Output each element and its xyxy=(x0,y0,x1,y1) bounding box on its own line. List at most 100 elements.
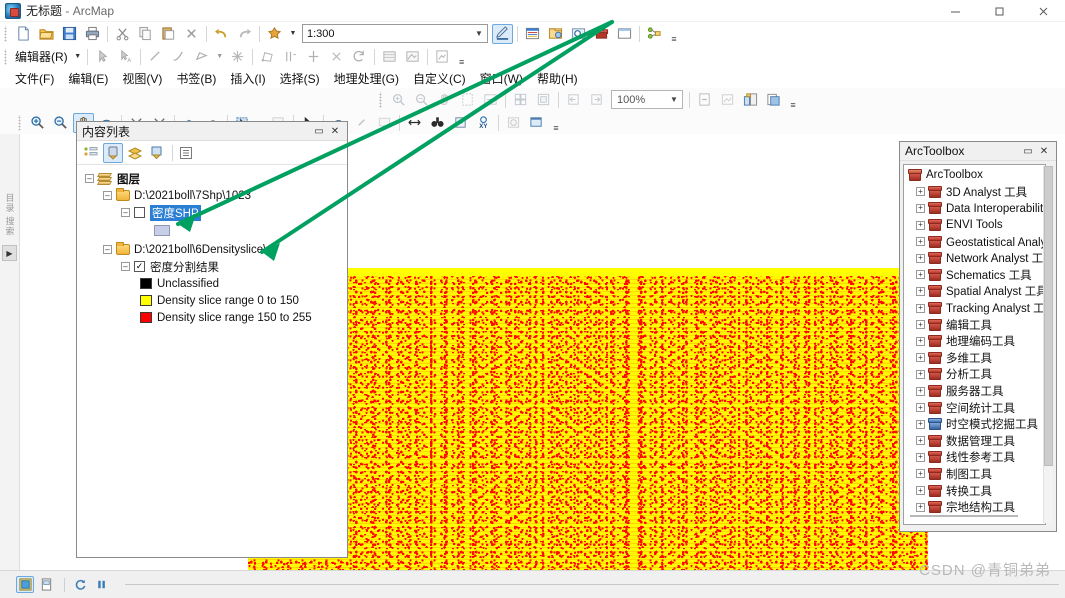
magnifier-minus-icon[interactable] xyxy=(50,113,71,133)
viewer-window-icon[interactable] xyxy=(526,113,547,133)
map-scale-combo[interactable]: 1:300 ▼ xyxy=(302,24,488,43)
page-width-icon[interactable] xyxy=(480,90,501,110)
list-by-source-icon[interactable] xyxy=(103,142,123,163)
catalog-icon[interactable] xyxy=(545,24,566,44)
polygon-construct-icon[interactable] xyxy=(191,47,212,67)
snap-star-icon[interactable] xyxy=(227,47,248,67)
expander-icon[interactable]: – xyxy=(121,208,130,217)
expander-icon[interactable]: + xyxy=(916,403,925,413)
menu-selection[interactable]: 选择(S) xyxy=(273,68,327,89)
menu-help[interactable]: 帮助(H) xyxy=(530,68,585,89)
back-extent-icon[interactable] xyxy=(563,90,584,110)
close-button[interactable] xyxy=(1021,0,1065,22)
toc-layer-tree[interactable]: – 图层 – D:\2021boll\7Shp\1023 – 密度SHP – D… xyxy=(77,166,347,557)
hyperlink-icon[interactable] xyxy=(351,113,372,133)
data-view-icon[interactable] xyxy=(16,576,34,593)
expander-icon[interactable]: + xyxy=(916,270,925,280)
mirror-icon[interactable] xyxy=(303,47,324,67)
toolbox-data-interoperability[interactable]: + Data Interoperability 工具 xyxy=(904,200,1045,217)
menu-customize[interactable]: 自定义(C) xyxy=(406,68,473,89)
toolbox-schematics[interactable]: + Schematics 工具 xyxy=(904,267,1045,284)
add-data-dropdown[interactable]: ▼ xyxy=(287,24,298,44)
toolbox-analysis[interactable]: + 分析工具 xyxy=(904,366,1045,383)
layout-zoom-combo[interactable]: 100% ▼ xyxy=(611,90,683,109)
list-by-selection-icon[interactable] xyxy=(147,143,167,163)
toc-float-button[interactable]: ▭ xyxy=(311,123,327,139)
toc-options-icon[interactable] xyxy=(176,143,196,163)
save-disk-icon[interactable] xyxy=(59,24,80,44)
toolbar-grip[interactable] xyxy=(3,25,10,42)
side-dock-expand-button[interactable]: ▶ xyxy=(2,245,17,261)
toc-layer-symbol-row[interactable] xyxy=(77,221,347,239)
measure-ruler-icon[interactable] xyxy=(404,113,425,133)
minimize-button[interactable] xyxy=(933,0,977,22)
toolbar-grip[interactable] xyxy=(378,91,385,108)
toolbox-network-analyst[interactable]: + Network Analyst 工具 xyxy=(904,250,1045,267)
toolbox-geostatistical-analyst[interactable]: + Geostatistical Analyst 工具 xyxy=(904,233,1045,250)
trace-shape-icon[interactable] xyxy=(257,47,278,67)
toolbox-editing[interactable]: + 编辑工具 xyxy=(904,316,1045,333)
arrow-edit-icon[interactable] xyxy=(92,47,113,67)
new-document-icon[interactable] xyxy=(13,24,34,44)
drawing-order-icon[interactable] xyxy=(81,143,101,163)
toolbox-spatial-statistics[interactable]: + 空间统计工具 xyxy=(904,399,1045,416)
arctoolbox-root[interactable]: ArcToolbox xyxy=(904,167,1045,184)
menu-view[interactable]: 视图(V) xyxy=(115,68,169,89)
expander-icon[interactable]: – xyxy=(85,174,94,183)
expander-icon[interactable]: + xyxy=(916,486,925,496)
whole-page-icon[interactable] xyxy=(457,90,478,110)
attributes-table-icon[interactable] xyxy=(379,47,400,67)
expander-icon[interactable]: + xyxy=(916,237,925,247)
toolbox-icon[interactable] xyxy=(591,24,612,44)
expander-icon[interactable]: + xyxy=(916,452,925,462)
create-features-icon[interactable] xyxy=(432,47,453,67)
menu-windows[interactable]: 窗口(W) xyxy=(473,68,530,89)
expander-icon[interactable]: + xyxy=(916,303,925,313)
delete-x-icon[interactable] xyxy=(181,24,202,44)
refresh-icon[interactable] xyxy=(71,576,89,593)
change-layout-icon[interactable] xyxy=(740,90,761,110)
chevron-down-icon[interactable]: ▼ xyxy=(471,25,487,42)
toolbox-cartography[interactable]: + 制图工具 xyxy=(904,466,1045,483)
arrow-annotation-icon[interactable]: A xyxy=(115,47,136,67)
menu-edit[interactable]: 编辑(E) xyxy=(61,68,115,89)
pause-icon[interactable] xyxy=(92,576,110,593)
expander-icon[interactable]: + xyxy=(916,353,925,363)
toc-group-densityslice[interactable]: – D:\2021boll\6Densityslice\ xyxy=(77,241,347,258)
find-binoculars-icon[interactable] xyxy=(427,113,448,133)
expander-icon[interactable]: + xyxy=(916,502,925,512)
toolbox-space-time-pattern-mining[interactable]: + 时空模式挖掘工具 xyxy=(904,416,1045,433)
rotate-icon[interactable] xyxy=(349,47,370,67)
add-data-icon[interactable] xyxy=(264,24,285,44)
layer-visibility-checkbox[interactable] xyxy=(134,207,145,218)
redo-arrow-icon[interactable] xyxy=(234,24,255,44)
toc-icon[interactable] xyxy=(522,24,543,44)
expander-icon[interactable]: + xyxy=(916,436,925,446)
arctoolbox-horizontal-scrollbar[interactable] xyxy=(910,512,1045,520)
fixed-zoom-in-icon[interactable] xyxy=(533,90,554,110)
toolbox-envi-tools[interactable]: + ENVI Tools xyxy=(904,217,1045,234)
cut-polygon-icon[interactable] xyxy=(326,47,347,67)
html-popup-icon[interactable] xyxy=(374,113,395,133)
toolbox-spatial-analyst[interactable]: + Spatial Analyst 工具 xyxy=(904,283,1045,300)
go-to-xy-icon[interactable]: XY xyxy=(473,113,494,133)
toolbox-conversion[interactable]: + 转换工具 xyxy=(904,482,1045,499)
print-icon[interactable] xyxy=(82,24,103,44)
editor-menu-button[interactable]: 编辑器(R) xyxy=(12,48,71,65)
toolbox-tracking-analyst[interactable]: + Tracking Analyst 工具 xyxy=(904,300,1045,317)
toolbar-overflow-button[interactable]: ≡ xyxy=(456,47,468,67)
find-route-icon[interactable] xyxy=(450,113,471,133)
toolbox-linear-referencing[interactable]: + 线性参考工具 xyxy=(904,449,1045,466)
data-driven-pages-icon[interactable] xyxy=(763,90,784,110)
toc-layer-density-result[interactable]: – ✓ 密度分割结果 xyxy=(77,258,347,275)
chevron-down-icon[interactable]: ▼ xyxy=(666,91,682,108)
expander-icon[interactable]: + xyxy=(916,286,925,296)
scissors-icon[interactable] xyxy=(112,24,133,44)
expander-icon[interactable]: – xyxy=(121,262,130,271)
draft-mode-icon[interactable] xyxy=(694,90,715,110)
expander-icon[interactable]: + xyxy=(916,469,925,479)
expander-icon[interactable]: + xyxy=(916,203,925,213)
expander-icon[interactable]: + xyxy=(916,220,925,230)
pan-hand-icon[interactable] xyxy=(434,90,455,110)
expander-icon[interactable]: + xyxy=(916,253,925,263)
